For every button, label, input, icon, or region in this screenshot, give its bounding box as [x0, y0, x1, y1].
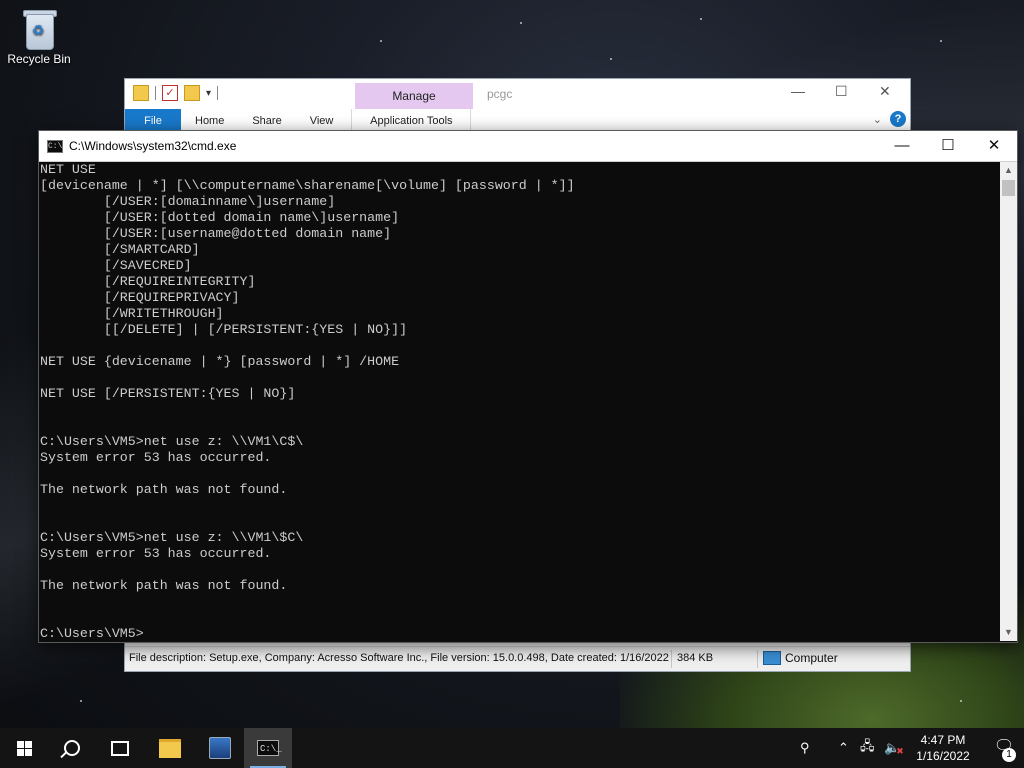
search-icon: [64, 740, 80, 756]
console-line: NET USE {devicename | *} [password | *] …: [40, 354, 400, 369]
status-location-label: Computer: [785, 651, 838, 665]
setup-app-icon: [209, 737, 231, 759]
console-line: [/SAVECRED]: [40, 258, 192, 273]
console-line: [/SMARTCARD]: [40, 242, 200, 257]
console-line: NET USE: [40, 162, 96, 177]
console-line: [/REQUIREINTEGRITY]: [40, 274, 256, 289]
taskbar: C:\_ ⚲ ⌃ 🖧 🔈 ✖ 4:47 PM 1/16/2022 🗨 1: [0, 728, 1024, 768]
console-line: [/WRITETHROUGH]: [40, 306, 224, 321]
help-icon[interactable]: ?: [890, 111, 906, 127]
clock-date: 1/16/2022: [916, 749, 970, 763]
volume-muted-icon[interactable]: 🔈 ✖: [884, 728, 904, 768]
cmd-title: C:\Windows\system32\cmd.exe: [69, 139, 237, 153]
console-output[interactable]: NET USE [devicename | *] [\\computername\…: [39, 162, 1000, 641]
search-button[interactable]: [48, 728, 96, 768]
console-line: The network path was not found.: [40, 482, 288, 497]
status-file-size: 384 KB: [677, 652, 714, 664]
start-button[interactable]: [0, 728, 48, 768]
console-line: [/USER:[username@dotted domain name]: [40, 226, 392, 241]
notification-count-badge: 1: [1002, 748, 1016, 762]
cmd-titlebar[interactable]: C:\ C:\Windows\system32\cmd.exe — ☐ ✕: [39, 131, 1017, 162]
task-view-button[interactable]: [96, 728, 144, 768]
status-location: Computer: [763, 651, 838, 665]
windows-start-icon: [16, 740, 32, 756]
clock[interactable]: 4:47 PM 1/16/2022: [908, 732, 978, 764]
people-icon[interactable]: ⚲: [800, 728, 810, 768]
action-center-button[interactable]: 🗨 1: [992, 736, 1016, 762]
properties-icon[interactable]: ✓: [162, 85, 178, 101]
console-line: C:\Users\VM5>net use z: \\VM1\C$\: [40, 434, 304, 449]
console-line: [/USER:[domainname\]username]: [40, 194, 336, 209]
console-scrollbar[interactable]: ▲ ▼: [1000, 162, 1017, 641]
new-folder-icon[interactable]: [184, 85, 200, 101]
console-line: NET USE [/PERSISTENT:{YES | NO}]: [40, 386, 296, 401]
explorer-title: pcgc: [487, 87, 513, 101]
network-icon[interactable]: 🖧: [860, 728, 875, 768]
status-file-description: File description: Setup.exe, Company: Ac…: [129, 652, 669, 664]
show-hidden-icons-icon[interactable]: ⌃: [838, 728, 849, 768]
quick-access-toolbar: ✓ ▾: [133, 85, 219, 101]
console-line: [/USER:[dotted domain name\]username]: [40, 210, 400, 225]
cmd-close-button[interactable]: ✕: [971, 131, 1017, 161]
console-line: C:\Users\VM5>: [40, 626, 144, 641]
console-line: [devicename | *] [\\computername\sharena…: [40, 178, 575, 193]
taskbar-file-explorer[interactable]: [146, 728, 194, 768]
customize-qat-icon[interactable]: ▾: [206, 88, 211, 99]
console-line: C:\Users\VM5>net use z: \\VM1\$C\: [40, 530, 304, 545]
console-line: The network path was not found.: [40, 578, 288, 593]
scroll-up-icon[interactable]: ▲: [1000, 162, 1017, 179]
folder-icon[interactable]: [133, 85, 149, 101]
minimize-button[interactable]: —: [791, 83, 805, 99]
file-explorer-icon: [159, 738, 181, 758]
clock-time: 4:47 PM: [920, 733, 966, 747]
taskbar-setup-app[interactable]: [196, 728, 244, 768]
console-line: System error 53 has occurred.: [40, 546, 272, 561]
cmd-minimize-button[interactable]: —: [879, 131, 925, 161]
tab-manage[interactable]: Manage: [355, 83, 473, 109]
maximize-button[interactable]: ☐: [835, 83, 848, 100]
cmd-window: C:\ C:\Windows\system32\cmd.exe — ☐ ✕ NE…: [38, 130, 1018, 643]
recycle-bin-icon: ♻: [22, 8, 57, 50]
close-button[interactable]: ✕: [879, 83, 891, 100]
console-line: [/REQUIREPRIVACY]: [40, 290, 240, 305]
explorer-titlebar: ✓ ▾ Manage pcgc — ☐ ✕: [125, 79, 910, 109]
cmd-window-icon[interactable]: C:\: [47, 140, 63, 153]
cmd-icon: C:\_: [257, 740, 282, 756]
console-line: [[/DELETE] | [/PERSISTENT:{YES | NO}]]: [40, 322, 408, 337]
recycle-bin-desktop-icon[interactable]: ♻ Recycle Bin: [4, 6, 74, 66]
console-line: System error 53 has occurred.: [40, 450, 272, 465]
scroll-down-icon[interactable]: ▼: [1000, 624, 1017, 641]
expand-ribbon-icon[interactable]: ⌄: [873, 113, 882, 126]
cmd-maximize-button[interactable]: ☐: [925, 131, 971, 161]
status-bar: File description: Setup.exe, Company: Ac…: [125, 646, 910, 671]
task-view-icon: [111, 740, 129, 756]
scrollbar-thumb[interactable]: [1002, 180, 1015, 196]
recycle-bin-label: Recycle Bin: [7, 52, 71, 66]
taskbar-cmd[interactable]: C:\_: [244, 728, 292, 768]
computer-icon: [763, 651, 781, 665]
